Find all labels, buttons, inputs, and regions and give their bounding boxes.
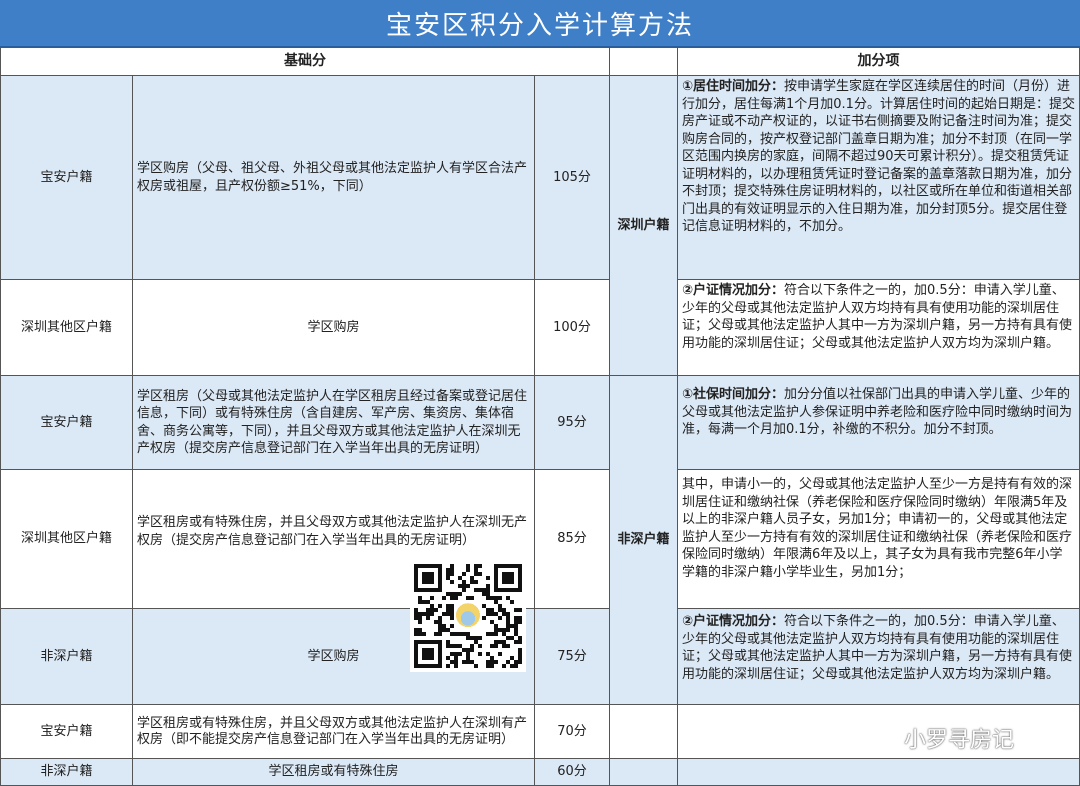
row2-category: 深圳其他区户籍 bbox=[0, 279, 133, 376]
bonus-nsz-hukou: ②户证情况加分：符合以下条件之一的，加0.5分：申请入学儿童、少年的父母或其他法… bbox=[677, 608, 1080, 705]
bonus-sz-residence-text: 按申请学生家庭在学区连续居住的时间（月份）进行加分，居住每满1个月加0.1分。计… bbox=[682, 79, 1075, 234]
watermark: 小罗寻房记 bbox=[866, 722, 1014, 754]
row6-condition: 学区租房或有特殊住房，并且父母双方或其他法定监护人在深圳有产权房（即不能提交房产… bbox=[132, 704, 535, 759]
bonus-nsz-social-label: ①社保时间加分： bbox=[682, 387, 785, 402]
row6-score: 70分 bbox=[534, 704, 610, 759]
bonus-sz-residence-label: ①居住时间加分： bbox=[682, 79, 785, 94]
bonus-nsz-hukou-label: ②户证情况加分： bbox=[682, 614, 785, 629]
header-blank bbox=[609, 47, 678, 76]
bonus-group-non-shenzhen: 非深户籍 bbox=[609, 375, 678, 705]
bonus-sz-hukou-label: ②户证情况加分： bbox=[682, 283, 785, 298]
row5-score: 75分 bbox=[534, 608, 610, 705]
row2-condition: 学区购房 bbox=[132, 279, 535, 376]
row2-score: 100分 bbox=[534, 279, 610, 376]
bonus-nsz-social: ①社保时间加分：加分分值以社保部门出具的申请入学儿童、少年的父母或其他法定监护人… bbox=[677, 375, 1080, 470]
qr-code-icon bbox=[410, 560, 526, 672]
row4-category: 深圳其他区户籍 bbox=[0, 469, 133, 609]
row3-category: 宝安户籍 bbox=[0, 375, 133, 470]
bonus-empty-2 bbox=[677, 758, 1080, 786]
row1-score: 105分 bbox=[534, 75, 610, 280]
bonus-nsz-extra: 其中，申请小一的，父母或其他法定监护人至少一方是持有有效的深圳居住证和缴纳社保（… bbox=[677, 469, 1080, 609]
row7-score: 60分 bbox=[534, 758, 610, 786]
row6-category: 宝安户籍 bbox=[0, 704, 133, 759]
row3-condition: 学区租房（父母或其他法定监护人在学区租房且经过备案或登记居住信息，下同）或有特殊… bbox=[132, 375, 535, 470]
bonus-group-shenzhen: 深圳户籍 bbox=[609, 75, 678, 376]
row1-category: 宝安户籍 bbox=[0, 75, 133, 280]
row1-condition: 学区购房（父母、祖父母、外祖父母或其他法定监护人有学区合法产权房或祖屋，且产权份… bbox=[132, 75, 535, 280]
bonus-group-empty-2 bbox=[609, 758, 678, 786]
watermark-text: 小罗寻房记 bbox=[904, 728, 1015, 753]
bonus-group-empty-1 bbox=[609, 704, 678, 759]
header-bonus: 加分项 bbox=[677, 47, 1080, 76]
header-base-score: 基础分 bbox=[0, 47, 610, 76]
wechat-icon bbox=[866, 727, 895, 749]
row5-category: 非深户籍 bbox=[0, 608, 133, 705]
row7-category: 非深户籍 bbox=[0, 758, 133, 786]
bonus-sz-residence: ①居住时间加分：按申请学生家庭在学区连续居住的时间（月份）进行加分，居住每满1个… bbox=[677, 75, 1080, 280]
row4-score: 85分 bbox=[534, 469, 610, 609]
bonus-sz-hukou: ②户证情况加分：符合以下条件之一的，加0.5分：申请入学儿童、少年的父母或其他法… bbox=[677, 279, 1080, 376]
row7-condition: 学区租房或有特殊住房 bbox=[132, 758, 535, 786]
row3-score: 95分 bbox=[534, 375, 610, 470]
page-title: 宝安区积分入学计算方法 bbox=[0, 0, 1080, 47]
